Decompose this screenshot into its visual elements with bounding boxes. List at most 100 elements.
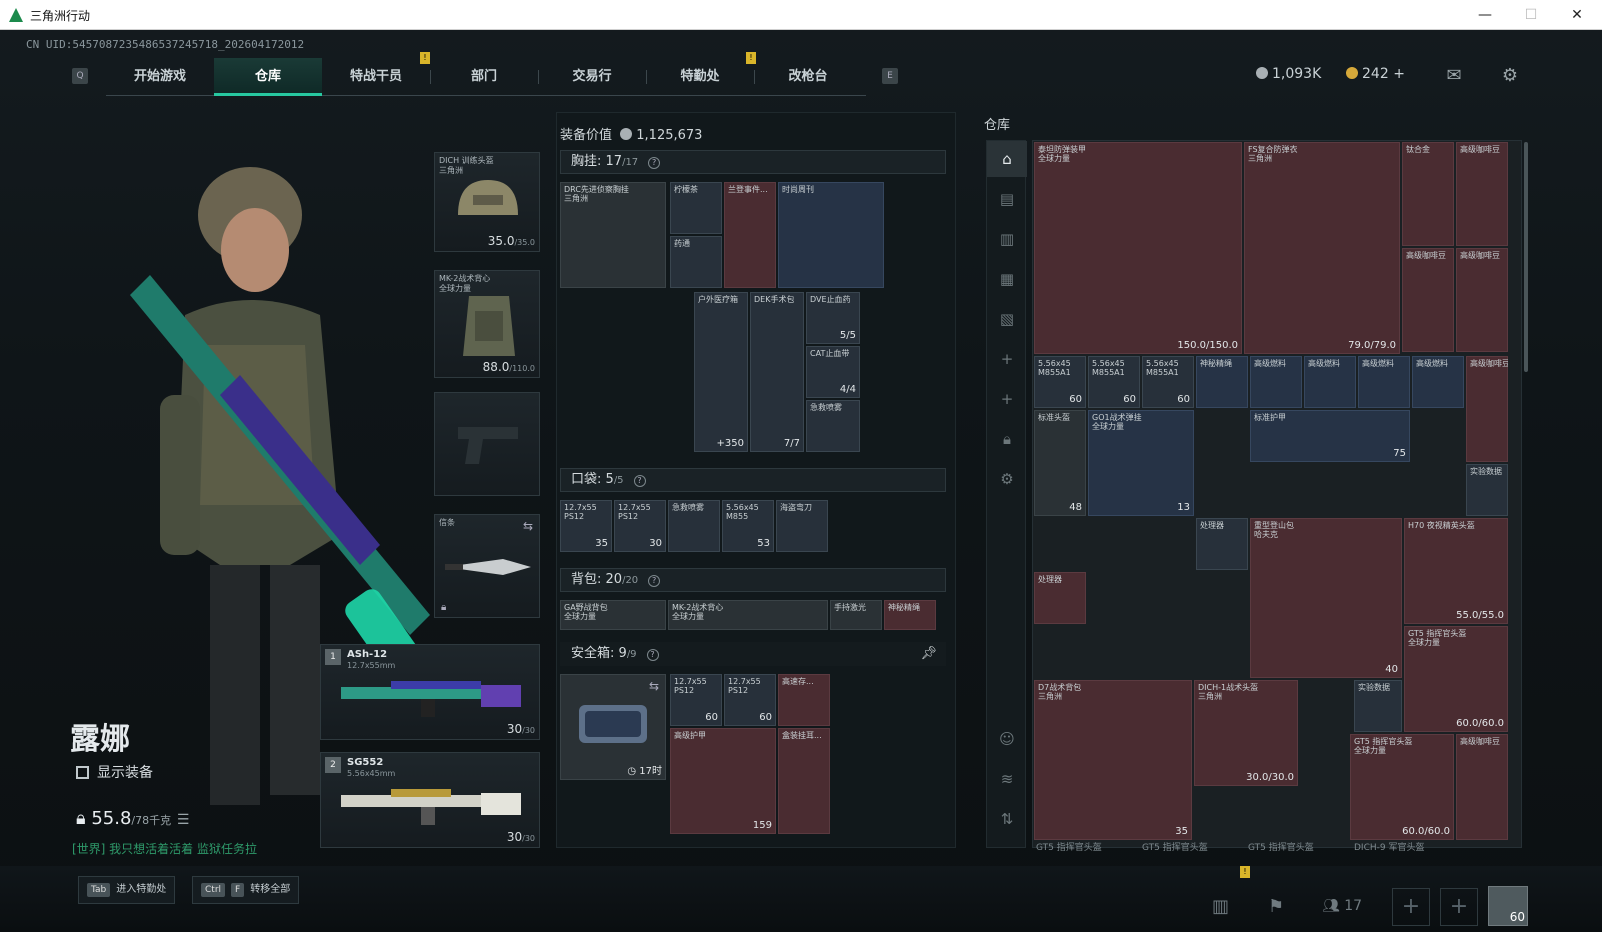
tab-start-game[interactable]: 开始游戏 (106, 58, 214, 96)
warehouse-item[interactable]: 高级咖啡豆 (1466, 356, 1508, 462)
silver-currency[interactable]: 1,093K (1256, 66, 1321, 82)
tab-operators[interactable]: 特战干员 (322, 58, 430, 96)
hemostatic-item[interactable]: DVE止血药 5/5 (806, 292, 860, 344)
laser-item[interactable]: 手持激光 (830, 600, 882, 630)
warehouse-home-icon[interactable]: ⌂ (987, 141, 1027, 177)
settings-gear-icon[interactable]: ⚙ (1498, 64, 1522, 88)
primary-weapon-slot[interactable]: 1 ASh-12 12.7x55mm 30/30 (320, 644, 540, 740)
layers-icon[interactable]: ≋ (987, 761, 1027, 797)
category-gear-icon[interactable]: ▦ (987, 261, 1027, 297)
helmet-slot[interactable]: DICH 训练头盔 三角洲 35.0/35.0 (434, 152, 540, 252)
add-page-icon[interactable]: + (987, 341, 1027, 377)
safe-coffee-item[interactable]: 盒装挂耳... (778, 728, 830, 834)
pills-item[interactable]: 药通 (670, 236, 722, 288)
enter-special-ops-button[interactable]: Tab 进入特勤处 (78, 876, 176, 904)
category-supplies-icon[interactable]: ▧ (987, 301, 1027, 337)
warehouse-item[interactable]: 钛合金 (1402, 142, 1454, 246)
warehouse-item[interactable]: 泰坦防弹装甲 全球力量 150.0/150.0 (1034, 142, 1242, 354)
warehouse-item[interactable]: H70 夜视精英头盔 55.0/55.0 (1404, 518, 1508, 624)
melee-slot[interactable]: 信条 ⇆ 🔒︎ (434, 514, 540, 618)
lemon-tea-item[interactable]: 柠檬茶 (670, 182, 722, 234)
chest-rig-item[interactable]: DRC先进侦察胸挂 三角洲 (560, 182, 666, 288)
friends-count[interactable]: 👥︎ 17 (1322, 898, 1362, 914)
warehouse-item[interactable]: 处理器 (1034, 572, 1086, 624)
pocket-ammo-item[interactable]: 5.56x45 M855 53 (722, 500, 774, 552)
fashion-magazine-item[interactable]: 时尚周刊 (778, 182, 884, 288)
close-button[interactable]: ✕ (1554, 0, 1600, 30)
transfer-all-button[interactable]: Ctrl F 转移全部 (192, 876, 300, 904)
tourniquet-item[interactable]: CAT止血带 4/4 (806, 346, 860, 398)
tab-special-ops[interactable]: 特勤处 (646, 58, 754, 96)
document-item[interactable]: 兰登事件... (724, 182, 776, 288)
warehouse-item[interactable]: 高级咖啡豆 (1456, 248, 1508, 352)
warehouse-item[interactable]: 高级燃料 (1250, 356, 1302, 408)
rope-item[interactable]: 神秘精绳 (884, 600, 936, 630)
warehouse-item[interactable]: 标准护甲 75 (1250, 410, 1410, 462)
add-page-icon[interactable]: + (987, 381, 1027, 417)
warehouse-item[interactable]: GO1战术弹挂 全球力量 13 (1088, 410, 1194, 516)
warehouse-item[interactable]: FS复合防弹衣 三角洲 79.0/79.0 (1244, 142, 1400, 354)
pocket-knife-item[interactable]: 海盗弯刀 (776, 500, 828, 552)
secondary-weapon-slot[interactable]: 2 SG552 5.56x45mm 30/30 (320, 752, 540, 848)
lock-icon[interactable]: 🔒︎ (987, 421, 1027, 457)
surgery-kit-item[interactable]: DEK手术包 7/7 (750, 292, 804, 452)
safe-storage-item[interactable]: 高速存... (778, 674, 830, 726)
minimize-button[interactable]: — (1462, 0, 1508, 30)
settings-icon[interactable]: ⚙ (987, 461, 1027, 497)
vest-item[interactable]: MK-2战术背心 全球力量 (668, 600, 828, 630)
warehouse-item[interactable]: 神秘精绳 (1196, 356, 1248, 408)
first-aid-spray-item[interactable]: 急救喷雾 (806, 400, 860, 452)
help-icon[interactable]: ? (646, 649, 659, 661)
sort-icon[interactable]: ⇅ (987, 801, 1027, 837)
warehouse-scrollbar[interactable] (1524, 142, 1528, 372)
player-avatar[interactable]: 60 (1488, 886, 1528, 926)
help-icon[interactable]: ? (648, 157, 661, 169)
category-armor-icon[interactable]: ▥ (987, 221, 1027, 257)
swap-icon[interactable]: ⇆ (523, 519, 533, 533)
tab-warehouse[interactable]: 仓库 (214, 58, 322, 96)
warehouse-item[interactable]: 实验数据 (1466, 464, 1508, 516)
warehouse-item[interactable]: GT5 指挥官头盔 全球力量 60.0/60.0 (1350, 734, 1454, 840)
list-icon[interactable]: ☰ (177, 812, 190, 828)
warehouse-item[interactable]: 高级咖啡豆 (1456, 734, 1508, 840)
tab-department[interactable]: 部门 (430, 58, 538, 96)
pocket-ammo-item[interactable]: 12.7x55 PS12 35 (560, 500, 612, 552)
maximize-button[interactable]: ☐ (1508, 0, 1554, 30)
stats-chart-icon[interactable]: ▥ (1212, 896, 1229, 917)
safe-ammo-item[interactable]: 12.7x55 PS12 60 (724, 674, 776, 726)
warehouse-item[interactable]: D7战术背包 三角洲 35 (1034, 680, 1192, 840)
warehouse-item[interactable]: DICH-1战术头盔 三角洲 30.0/30.0 (1194, 680, 1298, 786)
warehouse-item[interactable]: 5.56x45 M855A1 60 (1034, 356, 1086, 408)
add-teammate-button[interactable]: + (1392, 888, 1430, 926)
world-chat-line[interactable]: [世界] 我只想活着活着 监狱任务拉 (72, 840, 257, 857)
warehouse-item[interactable]: 高级咖啡豆 (1402, 248, 1454, 352)
help-icon[interactable]: ? (648, 575, 661, 587)
medkit-item[interactable]: 户外医疗箱 +350 (694, 292, 748, 452)
portrait-icon[interactable]: ☺ (987, 721, 1027, 757)
tab-trading[interactable]: 交易行 (538, 58, 646, 96)
backpack-item[interactable]: GA野战背包 全球力量 (560, 600, 666, 630)
pocket-ammo-item[interactable]: 12.7x55 PS12 30 (614, 500, 666, 552)
gold-currency[interactable]: 242 + (1346, 66, 1405, 82)
safe-armor-item[interactable]: 高级护甲 159 (670, 728, 776, 834)
warehouse-item[interactable]: 5.56x45 M855A1 60 (1142, 356, 1194, 408)
warehouse-item[interactable]: 处理器 (1196, 518, 1248, 570)
warehouse-item[interactable]: 高级燃料 (1412, 356, 1464, 408)
pin-icon[interactable]: 📌︎ (920, 643, 937, 665)
warehouse-item[interactable]: GT5 指挥官头盔 全球力量 60.0/60.0 (1404, 626, 1508, 732)
warehouse-item[interactable]: 5.56x45 M855A1 60 (1088, 356, 1140, 408)
category-weapons-icon[interactable]: ▤ (987, 181, 1027, 217)
help-icon[interactable]: ? (633, 475, 646, 487)
flag-icon[interactable]: ⚑ (1268, 896, 1284, 917)
warehouse-item[interactable]: 高级燃料 (1304, 356, 1356, 408)
checkbox-box[interactable] (76, 766, 89, 779)
mail-icon[interactable]: ✉ (1442, 64, 1466, 88)
warehouse-item[interactable]: 实验数据 (1354, 680, 1402, 732)
armor-slot[interactable]: MK-2战术背心 全球力量 88.0/110.0 (434, 270, 540, 378)
tab-gunsmith[interactable]: 改枪台 (754, 58, 862, 96)
pistol-slot[interactable] (434, 392, 540, 496)
safe-ammo-item[interactable]: 12.7x55 PS12 60 (670, 674, 722, 726)
warehouse-item[interactable]: 高级燃料 (1358, 356, 1410, 408)
warehouse-item[interactable]: 标准头盔 48 (1034, 410, 1086, 516)
add-currency-button[interactable]: + (1393, 66, 1405, 82)
